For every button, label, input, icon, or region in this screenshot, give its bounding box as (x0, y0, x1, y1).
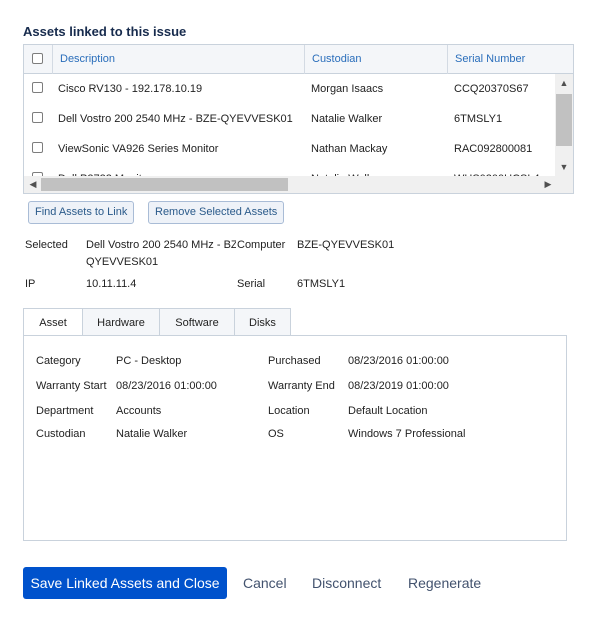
warranty-end-label: Warranty End (268, 380, 335, 392)
cell-description: Dell Vostro 200 2540 MHz - BZE-QYEVVESK0… (58, 113, 293, 125)
grid-body: Cisco RV130 - 192.178.10.19 Morgan Isaac… (24, 74, 573, 176)
tab-software[interactable]: Software (159, 308, 235, 336)
ip-value: 10.11.11.4 (86, 278, 137, 290)
cell-custodian: Morgan Isaacs (311, 83, 384, 95)
grid-header: Description Custodian Serial Number (24, 45, 573, 74)
scroll-down-icon[interactable]: ▼ (556, 159, 572, 175)
cell-serial: 6TMSLY1 (454, 113, 503, 125)
disconnect-button[interactable]: Disconnect (312, 567, 381, 599)
table-row[interactable]: Cisco RV130 - 192.178.10.19 Morgan Isaac… (24, 74, 555, 104)
location-value: Default Location (348, 405, 428, 417)
save-linked-assets-button[interactable]: Save Linked Assets and Close (23, 567, 227, 599)
cell-serial: RAC092800081 (454, 143, 533, 155)
row-checkbox[interactable] (32, 142, 43, 153)
serial-value: 6TMSLY1 (297, 278, 346, 290)
find-assets-button[interactable]: Find Assets to Link (28, 201, 135, 224)
row-checkbox[interactable] (32, 82, 43, 93)
regenerate-button[interactable]: Regenerate (408, 567, 481, 599)
table-row[interactable]: Dell P2722 Monitor Natalie Walker WHS020… (24, 164, 555, 176)
cell-serial: CCQ20370S67 (454, 83, 529, 95)
purchased-value: 08/23/2016 01:00:00 (348, 355, 449, 367)
table-row[interactable]: ViewSonic VA926 Series Monitor Nathan Ma… (24, 134, 555, 164)
tab-asset[interactable]: Asset (23, 308, 83, 337)
ip-label: IP (25, 278, 36, 290)
select-all-checkbox[interactable] (32, 53, 43, 64)
cell-description: ViewSonic VA926 Series Monitor (58, 143, 219, 155)
category-label: Category (36, 355, 81, 367)
scroll-left-icon[interactable]: ◀ (25, 176, 41, 192)
os-value: Windows 7 Professional (348, 428, 466, 440)
tab-hardware[interactable]: Hardware (82, 308, 160, 336)
warranty-end-value: 08/23/2019 01:00:00 (348, 380, 449, 392)
computer-value: BZE-QYEVVESK01 (297, 239, 395, 251)
cell-description: Cisco RV130 - 192.178.10.19 (58, 83, 203, 95)
tab-disks[interactable]: Disks (234, 308, 291, 336)
cell-custodian: Nathan Mackay (311, 143, 388, 155)
cell-serial: WHS0200UCSL4 (454, 164, 554, 176)
column-header-description[interactable]: Description (53, 45, 305, 74)
column-header-serial-number[interactable]: Serial Number (448, 45, 573, 74)
selected-label: Selected (25, 239, 68, 251)
purchased-label: Purchased (268, 355, 321, 367)
row-checkbox[interactable] (32, 112, 43, 123)
scroll-right-icon[interactable]: ▶ (540, 176, 556, 192)
cell-custodian: Natalie Walker (311, 164, 448, 176)
horizontal-scroll-thumb[interactable] (41, 178, 288, 191)
remove-selected-assets-button[interactable]: Remove Selected Assets (148, 201, 285, 224)
selected-value-line2: QYEVVESK01 (86, 256, 159, 268)
cell-description: Dell P2722 Monitor (58, 164, 305, 176)
serial-label: Serial (237, 278, 266, 290)
scroll-up-icon[interactable]: ▲ (556, 75, 572, 91)
warranty-start-value: 08/23/2016 01:00:00 (116, 380, 217, 392)
os-label: OS (268, 428, 284, 440)
computer-label: Computer (237, 239, 286, 251)
cancel-button[interactable]: Cancel (243, 567, 287, 599)
location-label: Location (268, 405, 310, 417)
horizontal-scrollbar[interactable]: ◀ ▶ (24, 176, 573, 193)
table-row[interactable]: Dell Vostro 200 2540 MHz - BZE-QYEVVESK0… (24, 104, 555, 134)
column-header-custodian[interactable]: Custodian (305, 45, 448, 74)
cell-custodian: Natalie Walker (311, 113, 383, 125)
department-label: Department (36, 405, 94, 417)
vertical-scrollbar[interactable]: ▲ ▼ (555, 74, 573, 176)
header-select-all-cell (24, 45, 53, 74)
warranty-start-label: Warranty Start (36, 380, 107, 392)
department-value: Accounts (116, 405, 162, 417)
category-value: PC - Desktop (116, 355, 182, 367)
custodian-label: Custodian (36, 428, 86, 440)
linked-assets-grid: Description Custodian Serial Number Cisc… (23, 44, 574, 194)
section-title: Assets linked to this issue (23, 24, 187, 39)
custodian-value: Natalie Walker (116, 428, 188, 440)
selected-value-line1: Dell Vostro 200 2540 MHz - BZ (86, 239, 236, 251)
vertical-scroll-thumb[interactable] (556, 94, 572, 146)
